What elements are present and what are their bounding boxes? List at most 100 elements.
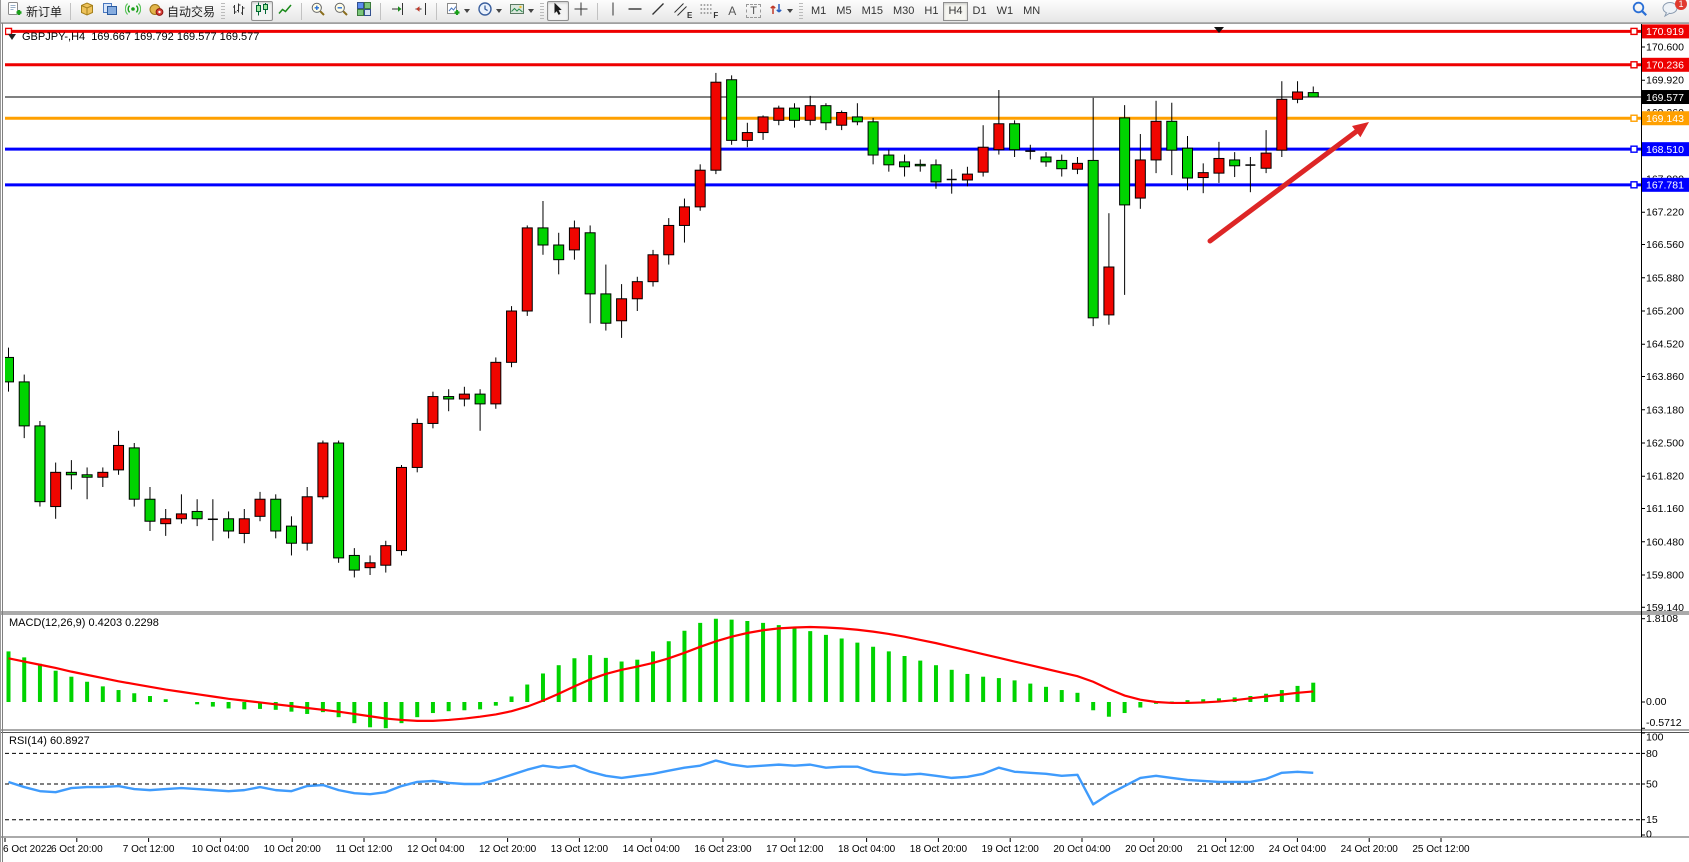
new-chart-button[interactable] bbox=[442, 1, 473, 21]
chart-canvas: 170.600169.920169.260168.580167.900167.2… bbox=[1, 23, 1689, 862]
candle-body bbox=[1072, 163, 1082, 169]
chart-symbol-label: GBPJPY-,H4 bbox=[22, 31, 85, 43]
price-tick-label: 162.500 bbox=[1646, 438, 1684, 450]
fibonacci-tool-button[interactable]: F bbox=[696, 1, 721, 21]
candle-body bbox=[585, 233, 595, 294]
time-tick-label: 13 Oct 12:00 bbox=[551, 844, 609, 855]
macd-panel[interactable] bbox=[5, 615, 1641, 729]
crosshair-tool-button[interactable] bbox=[570, 1, 592, 21]
text-tool-button[interactable]: A bbox=[722, 1, 742, 21]
new-order-label: 新订单 bbox=[26, 3, 62, 20]
channel-tool-button[interactable]: E bbox=[670, 1, 695, 21]
line-handle-icon bbox=[1631, 146, 1637, 152]
zoom-in-icon bbox=[310, 1, 326, 22]
price-tick-label: 161.160 bbox=[1646, 503, 1684, 515]
notifications-button[interactable]: 1 bbox=[1658, 1, 1683, 21]
search-button[interactable] bbox=[1628, 1, 1652, 21]
candle-body bbox=[1120, 118, 1130, 205]
rsi-tick-label: 0 bbox=[1646, 829, 1652, 841]
timeframe-h4-button[interactable]: H4 bbox=[943, 2, 967, 21]
candle-body bbox=[679, 207, 689, 226]
timeframe-m30-button[interactable]: M30 bbox=[888, 2, 919, 21]
cursor-tool-button[interactable] bbox=[547, 1, 569, 21]
candle-body bbox=[648, 255, 658, 282]
candle-body bbox=[1198, 173, 1208, 178]
timeframe-w1-button[interactable]: W1 bbox=[992, 2, 1019, 21]
candle-body bbox=[978, 147, 988, 172]
price-badge-169.143-text: 169.143 bbox=[1646, 113, 1684, 125]
rsi-tick-label: 15 bbox=[1646, 814, 1658, 826]
candle-body bbox=[176, 514, 186, 519]
vertical-line-tool-button[interactable] bbox=[603, 1, 623, 21]
timeframe-d1-button[interactable]: D1 bbox=[968, 2, 992, 21]
rsi-tick-label: 80 bbox=[1646, 748, 1658, 760]
candle-body bbox=[161, 519, 171, 524]
candle-body bbox=[758, 117, 768, 133]
tile-windows-button[interactable] bbox=[353, 1, 375, 21]
candle-body bbox=[349, 555, 359, 570]
zoom-in-button[interactable] bbox=[307, 1, 329, 21]
crosshair-icon bbox=[573, 1, 589, 22]
candle-body bbox=[821, 106, 831, 123]
candle-body bbox=[601, 294, 611, 323]
toolbar: 新订单 自动交易 bbox=[1, 0, 1689, 23]
time-tick-label: 6 Oct 20:00 bbox=[51, 844, 103, 855]
line-handle-icon bbox=[1631, 182, 1637, 188]
candle-body bbox=[19, 382, 29, 426]
candle-body bbox=[1135, 160, 1145, 198]
candle-body bbox=[805, 106, 815, 121]
arrows-tool-button[interactable] bbox=[765, 1, 796, 21]
periods-button[interactable] bbox=[474, 1, 505, 21]
candle-body bbox=[522, 228, 532, 311]
chart-ohlc-label: 169.667 169.792 169.577 169.577 bbox=[91, 31, 259, 43]
candle-body bbox=[1308, 93, 1318, 97]
candle-body bbox=[224, 519, 234, 531]
new-order-button[interactable]: 新订单 bbox=[4, 1, 65, 21]
candle-body bbox=[334, 443, 344, 558]
time-tick-label: 24 Oct 04:00 bbox=[1269, 844, 1327, 855]
fibonacci-letter: F bbox=[713, 11, 718, 20]
chart-shift-button[interactable] bbox=[409, 1, 431, 21]
candle-body bbox=[114, 445, 124, 469]
candle-body bbox=[617, 299, 627, 321]
timeframe-m5-button[interactable]: M5 bbox=[831, 2, 856, 21]
auto-scroll-button[interactable] bbox=[386, 1, 408, 21]
timeframe-m1-button[interactable]: M1 bbox=[806, 2, 831, 21]
time-tick-label: 20 Oct 20:00 bbox=[1125, 844, 1183, 855]
trendline-tool-button[interactable] bbox=[647, 1, 669, 21]
candle-body bbox=[900, 162, 910, 167]
price-badge-167.781-text: 167.781 bbox=[1646, 180, 1684, 192]
time-tick-label: 25 Oct 12:00 bbox=[1412, 844, 1470, 855]
periods-caret-icon bbox=[496, 9, 502, 13]
candle-chart-mode-button[interactable] bbox=[251, 1, 273, 21]
signals-button[interactable] bbox=[122, 1, 144, 21]
auto-scroll-icon bbox=[389, 1, 405, 22]
zoom-out-button[interactable] bbox=[330, 1, 352, 21]
candle-body bbox=[35, 426, 45, 502]
auto-trading-button[interactable]: 自动交易 bbox=[145, 1, 218, 21]
candle-body bbox=[1010, 124, 1020, 150]
candle-body bbox=[51, 472, 61, 506]
horizontal-line-tool-button[interactable] bbox=[624, 1, 646, 21]
candle-doji bbox=[1245, 164, 1255, 166]
chart-profile-button[interactable] bbox=[76, 1, 98, 21]
timeframe-h1-button[interactable]: H1 bbox=[919, 2, 943, 21]
candle-doji bbox=[947, 179, 957, 181]
time-tick-label: 14 Oct 04:00 bbox=[623, 844, 681, 855]
templates-button[interactable] bbox=[506, 1, 537, 21]
candle-body bbox=[538, 228, 548, 245]
macd-label: MACD(12,26,9) 0.4203 0.2298 bbox=[9, 617, 159, 629]
bar-chart-icon bbox=[231, 1, 247, 22]
label-tool-button[interactable]: T bbox=[743, 1, 764, 21]
candle-body bbox=[790, 108, 800, 120]
line-chart-mode-button[interactable] bbox=[274, 1, 296, 21]
timeframe-m15-button[interactable]: M15 bbox=[857, 2, 888, 21]
market-watch-button[interactable] bbox=[99, 1, 121, 21]
candle-body bbox=[286, 526, 296, 543]
bar-chart-mode-button[interactable] bbox=[228, 1, 250, 21]
candle-body bbox=[742, 133, 752, 141]
price-badge-170.919-text: 170.919 bbox=[1646, 26, 1684, 38]
one-click-trading-arrow-icon[interactable] bbox=[8, 34, 16, 40]
timeframe-mn-button[interactable]: MN bbox=[1018, 2, 1045, 21]
candle-body bbox=[884, 155, 894, 165]
